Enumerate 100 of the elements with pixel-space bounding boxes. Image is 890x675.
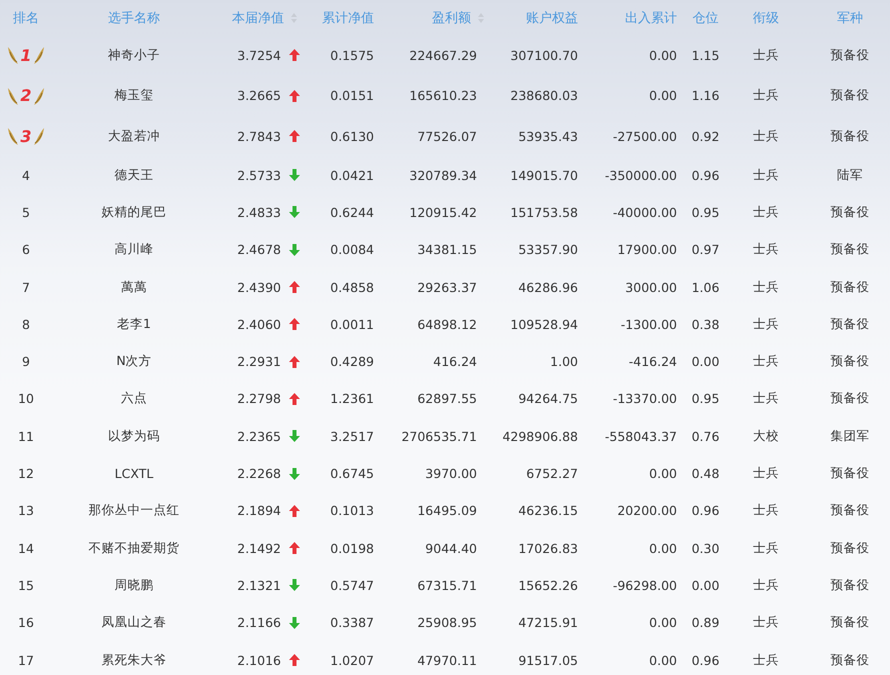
table-cell: 士兵 [753,576,779,594]
player-name: 以梦为码 [108,428,160,445]
table-cell: 士兵 [753,353,779,370]
table-cell: 77526.07 [417,128,477,144]
rank-number: 12 [18,466,34,482]
table-cell: 0.76 [692,428,720,444]
table-cell: 109528.94 [510,316,578,332]
rank-number: 9 [22,354,30,370]
rank-number: 11 [18,428,34,444]
laurel-icon [32,86,45,106]
table-cell: 1.00 [550,354,578,370]
player-name: LCXTL [114,466,154,482]
table-cell: 9044.40 [425,540,477,556]
table-cell: 预备役 [830,128,870,145]
net-value: 2.2365 [237,428,281,444]
column-header[interactable]: 本届净值 [232,8,284,26]
player-name: 神奇小子 [108,46,160,64]
up-arrow-icon [289,49,300,62]
rank-number: 15 [18,578,34,593]
table-cell: 0.6130 [330,128,374,144]
table-cell: -40000.00 [612,204,677,220]
table-cell: 0.1013 [330,503,374,518]
table-cell: 17026.83 [518,540,578,556]
rank-number: 13 [18,503,34,518]
table-cell: 0.4858 [330,280,374,295]
column-header: 账户权益 [526,10,578,26]
table-cell: 集团军 [830,428,870,445]
table-cell: 预备役 [830,540,870,557]
table-cell: 0.95 [692,204,720,220]
table-cell: 238680.03 [510,88,578,104]
rank-number: 14 [18,540,34,556]
table-cell: 士兵 [753,390,779,408]
table-cell: 64898.12 [417,316,477,332]
table-cell: 224667.29 [409,48,477,63]
down-arrow-icon [289,430,300,442]
table-cell: 0.92 [692,128,720,144]
net-value: 2.4678 [237,242,281,258]
up-arrow-icon [289,504,300,517]
table-cell: 6752.27 [526,466,578,482]
table-cell: 46286.96 [518,280,578,295]
table-cell: 0.00 [692,354,720,370]
rank-number: 5 [22,204,30,220]
table-cell: 2706535.71 [401,428,477,444]
player-name: 累死朱大爷 [102,652,166,668]
table-cell: 0.6745 [330,466,374,482]
table-cell: 士兵 [753,241,779,258]
table-cell: 预备役 [830,204,870,221]
laurel-icon [7,45,20,66]
table-cell: 46236.15 [518,503,578,518]
table-cell: -416.24 [628,354,677,370]
table-cell: 预备役 [830,46,870,64]
table-cell: 0.00 [649,540,677,556]
table-cell: 0.00 [649,466,677,482]
net-value: 3.2665 [237,88,281,104]
column-header[interactable]: 盈利额 [432,8,471,26]
table-cell: 预备役 [830,241,870,258]
table-cell: 预备役 [830,353,870,370]
player-name: N次方 [116,353,152,370]
rank-number: 1 [20,46,32,65]
table-cell: 士兵 [753,465,779,482]
table-cell: 0.0011 [330,316,374,332]
column-header: 衔级 [753,10,779,26]
column-header: 选手名称 [108,10,160,26]
rank-number: 6 [22,242,30,258]
net-value: 2.2268 [237,466,281,482]
table-cell: 3970.00 [425,466,477,482]
player-name: 不赌不抽爱期货 [88,540,180,557]
table-cell: 0.5747 [330,578,374,593]
rank-number: 3 [20,126,32,146]
column-header: 排名 [13,10,39,26]
up-arrow-icon [289,130,300,142]
up-arrow-icon [289,654,300,666]
table-cell: 0.0151 [330,88,374,104]
player-name: 高川峰 [114,241,154,258]
table-cell: 416.24 [433,354,477,370]
player-name: 萬萬 [121,278,147,296]
table-cell: 15652.26 [518,578,578,593]
column-header: 出入累计 [625,10,677,26]
table-cell: 34381.15 [417,242,477,258]
up-arrow-icon [289,356,300,368]
table-cell: 307100.70 [510,48,578,63]
table-cell: 0.96 [692,652,720,668]
table-cell: 士兵 [753,46,779,64]
up-arrow-icon [289,281,300,294]
net-value: 2.2931 [237,354,281,370]
net-value: 2.4060 [237,316,281,332]
table-cell: 预备役 [830,465,870,482]
table-cell: -96298.00 [612,578,677,593]
table-cell: 预备役 [830,316,870,333]
table-cell: 预备役 [830,652,870,668]
down-arrow-icon [289,169,300,182]
net-value: 2.2798 [237,391,281,406]
rank-number: 4 [22,168,30,183]
table-cell: 20200.00 [617,503,677,518]
table-cell: 320789.34 [409,168,477,183]
table-cell: 47970.11 [417,652,477,668]
table-cell: 0.0084 [330,242,374,258]
table-cell: 4298906.88 [502,428,578,444]
table-cell: 0.00 [649,652,677,668]
table-cell: 0.00 [692,578,720,593]
